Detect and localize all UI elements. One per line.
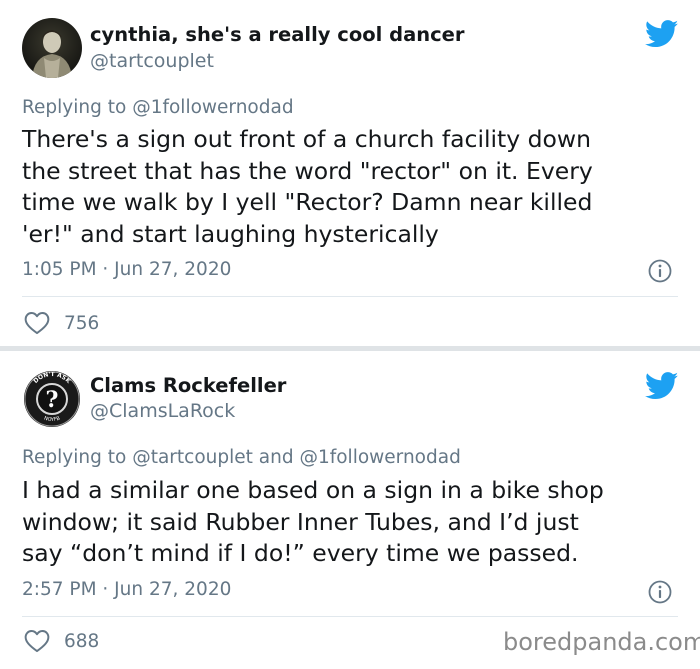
tweet-timestamp[interactable]: 1:05 PM · Jun 27, 2020 (22, 259, 231, 280)
display-name[interactable]: Clams Rockefeller (90, 374, 286, 397)
user-handle[interactable]: @ClamsLaRock (90, 400, 235, 422)
tweet-text-line: the street that has the word "rector" on… (22, 156, 593, 185)
bird-icon[interactable] (644, 20, 679, 48)
tweet-text-line: window; it said Rubber Inner Tubes, and … (22, 507, 579, 536)
like-button[interactable]: 688 (24, 627, 99, 655)
reply-mention-link[interactable]: @tartcouplet and @1followernodad (132, 447, 461, 468)
like-count: 688 (64, 630, 100, 652)
tweet-divider (22, 616, 678, 617)
reply-context: Replying to @1followernodad (22, 97, 294, 118)
tweet-card: ? DON'T ASK NOYFB Clams Rockefeller @Cla… (0, 351, 700, 669)
like-count: 756 (64, 312, 100, 334)
reply-prefix: Replying to (22, 97, 127, 118)
tweet-text-line: say “don’t mind if I do!” every time we … (22, 539, 579, 567)
avatar[interactable]: ? DON'T ASK NOYFB (22, 369, 82, 429)
heart-icon[interactable] (24, 629, 50, 653)
tweet-text-line: I had a similar one based on a sign in a… (22, 476, 604, 504)
tweet-timestamp[interactable]: 2:57 PM · Jun 27, 2020 (22, 579, 231, 600)
reply-context: Replying to @tartcouplet and @1followern… (22, 447, 461, 468)
info-icon[interactable] (648, 580, 672, 604)
avatar[interactable] (22, 18, 82, 78)
bird-icon[interactable] (644, 372, 679, 400)
tweet-text-line: There's a sign out front of a church fac… (22, 125, 592, 153)
display-name[interactable]: cynthia, she's a really cool dancer (90, 23, 465, 46)
heart-icon[interactable] (24, 311, 50, 335)
tweet-text-line: time we walk by I yell "Rector? Damn nea… (22, 188, 593, 216)
like-button[interactable]: 756 (24, 309, 99, 337)
info-icon[interactable] (648, 259, 672, 283)
tweet-text-line: 'er!" and start laughing hysterically (22, 219, 439, 248)
tweet-text: There's a sign out front of a church fac… (22, 124, 682, 250)
avatar-symbol: ? (46, 387, 59, 413)
reply-prefix: Replying to (22, 447, 127, 468)
watermark: boredpanda.com (503, 628, 700, 656)
tweet-divider (22, 296, 678, 297)
tweet-card: cynthia, she's a really cool dancer @tar… (0, 0, 700, 346)
reply-mention-link[interactable]: @1followernodad (132, 97, 293, 118)
tweet-text: I had a similar one based on a sign in a… (22, 475, 682, 570)
user-handle[interactable]: @tartcouplet (90, 50, 214, 72)
